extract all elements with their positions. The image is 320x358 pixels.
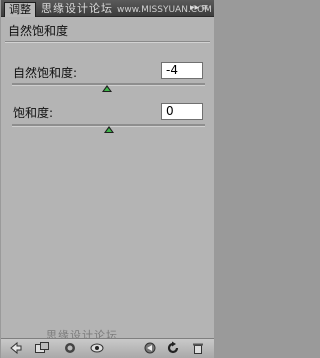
reset-icon[interactable] bbox=[166, 341, 180, 355]
collapse-panel-icon[interactable]: ▸▸ bbox=[190, 3, 200, 13]
watermark-text: 思缘设计论坛 bbox=[41, 2, 113, 15]
saturation-value-input[interactable]: 0 bbox=[161, 103, 203, 120]
saturation-slider-thumb[interactable] bbox=[103, 126, 114, 133]
watermark-top: 思缘设计论坛 www.MISSYUAN.COM bbox=[41, 2, 212, 17]
panel-title: 自然饱和度 bbox=[8, 24, 69, 38]
divider bbox=[5, 41, 210, 43]
vibrance-slider-thumb[interactable] bbox=[101, 85, 112, 92]
visibility-eye-icon[interactable] bbox=[90, 341, 104, 355]
tab-adjustments[interactable]: 调整 bbox=[4, 2, 36, 17]
adjustments-panel: 调整 思缘设计论坛 www.MISSYUAN.COM ▸▸ ≡ 自然饱和度 自然饱… bbox=[1, 0, 214, 358]
panel-toolbar bbox=[1, 338, 214, 358]
saturation-label: 饱和度: bbox=[13, 106, 54, 120]
view-previous-icon[interactable] bbox=[143, 341, 157, 355]
delete-trash-icon[interactable] bbox=[191, 341, 205, 355]
panel-titlebar: 调整 思缘设计论坛 www.MISSYUAN.COM ▸▸ ≡ bbox=[1, 0, 214, 17]
expand-view-icon[interactable] bbox=[34, 341, 49, 355]
vibrance-label: 自然饱和度: bbox=[13, 66, 78, 80]
panel-menu-icon[interactable]: ≡ bbox=[201, 3, 211, 13]
clip-layer-icon[interactable] bbox=[63, 341, 77, 355]
vibrance-value-input[interactable]: -4 bbox=[161, 62, 203, 79]
back-arrow-icon[interactable] bbox=[9, 341, 23, 355]
